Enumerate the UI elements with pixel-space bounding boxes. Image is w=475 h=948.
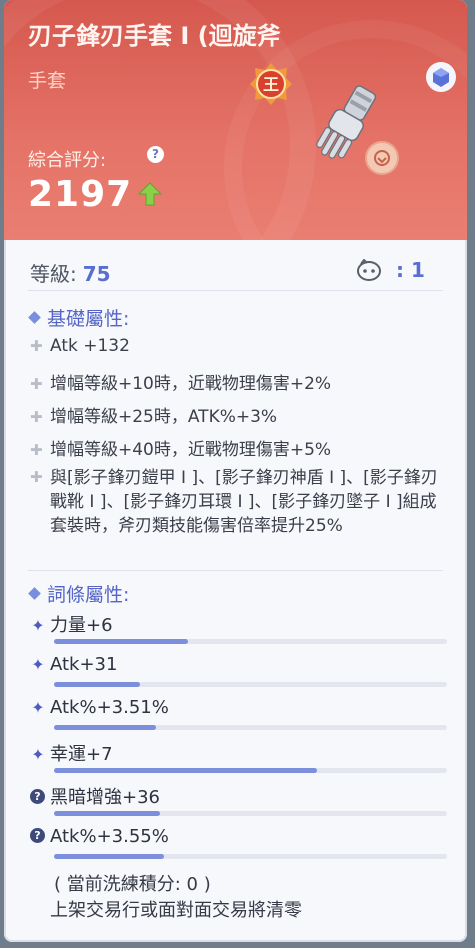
item-type: 手套 (28, 70, 67, 92)
affix-quality-fill (54, 725, 157, 730)
question-icon: ? (30, 827, 45, 843)
affix-quality-bar (54, 811, 447, 816)
affix-attributes-title: 詞條屬性: (28, 580, 129, 607)
affix-row: ✦ 幸運+7 (30, 740, 113, 766)
set-emblem-icon (365, 141, 399, 175)
gem-socket-icon[interactable] (426, 62, 456, 92)
diamond-icon (28, 587, 41, 600)
level-row: 等級: 75 (30, 258, 111, 287)
affix-quality-bar (54, 854, 447, 859)
plus-icon: ✚ (30, 408, 43, 426)
item-tooltip-card: 刃子鋒刃手套 I (迴旋斧 手套 王 綜合評分: ? 2197 等級: 75:… (4, 0, 467, 942)
affix-row: ✦ Atk+31 (30, 654, 117, 675)
affix-label: 黑暗增強+36 (50, 787, 160, 808)
trade-warning-text: 上架交易行或面對面交易將清零 (50, 900, 302, 921)
pet-icon (357, 259, 381, 281)
question-icon: ? (30, 788, 45, 804)
affix-quality-bar (54, 682, 447, 687)
base-attributes-title: 基礎屬性: (28, 304, 129, 331)
affix-label: Atk+31 (50, 654, 118, 675)
base-attribute-row: ✚ 增幅等級+10時，近戰物理傷害+2% (30, 374, 332, 394)
item-header: 刃子鋒刃手套 I (迴旋斧 手套 王 綜合評分: ? 2197 (4, 0, 467, 240)
score-label: 綜合評分: (28, 150, 107, 171)
affix-quality-bar (54, 768, 447, 773)
affix-label: 幸運+7 (50, 744, 113, 765)
affix-quality-fill (54, 768, 318, 773)
affix-label: 力量+6 (50, 615, 113, 636)
sparkle-icon: ✦ (31, 655, 45, 674)
affix-row: ? Atk%+3.55% (30, 826, 169, 847)
affix-row: ? 黑暗增強+36 (30, 783, 160, 809)
divider (28, 570, 443, 571)
affix-label: Atk%+3.55% (50, 826, 169, 847)
up-arrow-icon (137, 182, 163, 206)
affix-row: ✦ Atk%+3.51% (30, 697, 169, 718)
divider (28, 290, 443, 291)
affix-quality-fill (54, 639, 188, 644)
affix-label: Atk%+3.51% (50, 697, 169, 718)
diamond-icon (28, 311, 41, 324)
affix-quality-bar (54, 639, 447, 644)
affix-quality-bar (54, 725, 447, 730)
base-attribute-row: ✚ 增幅等級+25時，ATK%+3% (30, 407, 278, 427)
help-icon[interactable]: ? (147, 146, 164, 163)
item-title: 刃子鋒刃手套 I (迴旋斧 (28, 22, 281, 50)
set-bonus-text: 與[影子鋒刃鎧甲 I ]、[影子鋒刃神盾 I ]、[影子鋒刃戰靴 I ]、[影子… (50, 468, 438, 536)
base-attribute-row: ✚ 增幅等級+40時，近戰物理傷害+5% (30, 440, 332, 460)
level-value: 75 (82, 262, 111, 286)
plus-icon: ✚ (30, 375, 43, 393)
king-badge-text: 王 (263, 75, 279, 94)
king-rank-icon: 王 (250, 63, 292, 105)
base-attribute-row: ✚ Atk +132 (30, 336, 130, 356)
affix-quality-fill (54, 811, 161, 816)
refine-points-text: ( 當前洗練積分: 0 ) (54, 874, 211, 895)
score-value: 2197 (28, 174, 133, 215)
affix-row: ✦ 力量+6 (30, 611, 113, 637)
plus-icon: ✚ (30, 441, 43, 459)
level-label: 等級: (30, 262, 77, 286)
plus-icon: ✚ (30, 468, 43, 486)
affix-quality-fill (54, 854, 165, 859)
sparkle-icon: ✦ (31, 745, 45, 764)
plus-icon: ✚ (30, 337, 43, 355)
affix-quality-fill (54, 682, 141, 687)
sparkle-icon: ✦ (31, 616, 45, 635)
sparkle-icon: ✦ (31, 698, 45, 717)
pet-count: : 1 (396, 258, 425, 282)
